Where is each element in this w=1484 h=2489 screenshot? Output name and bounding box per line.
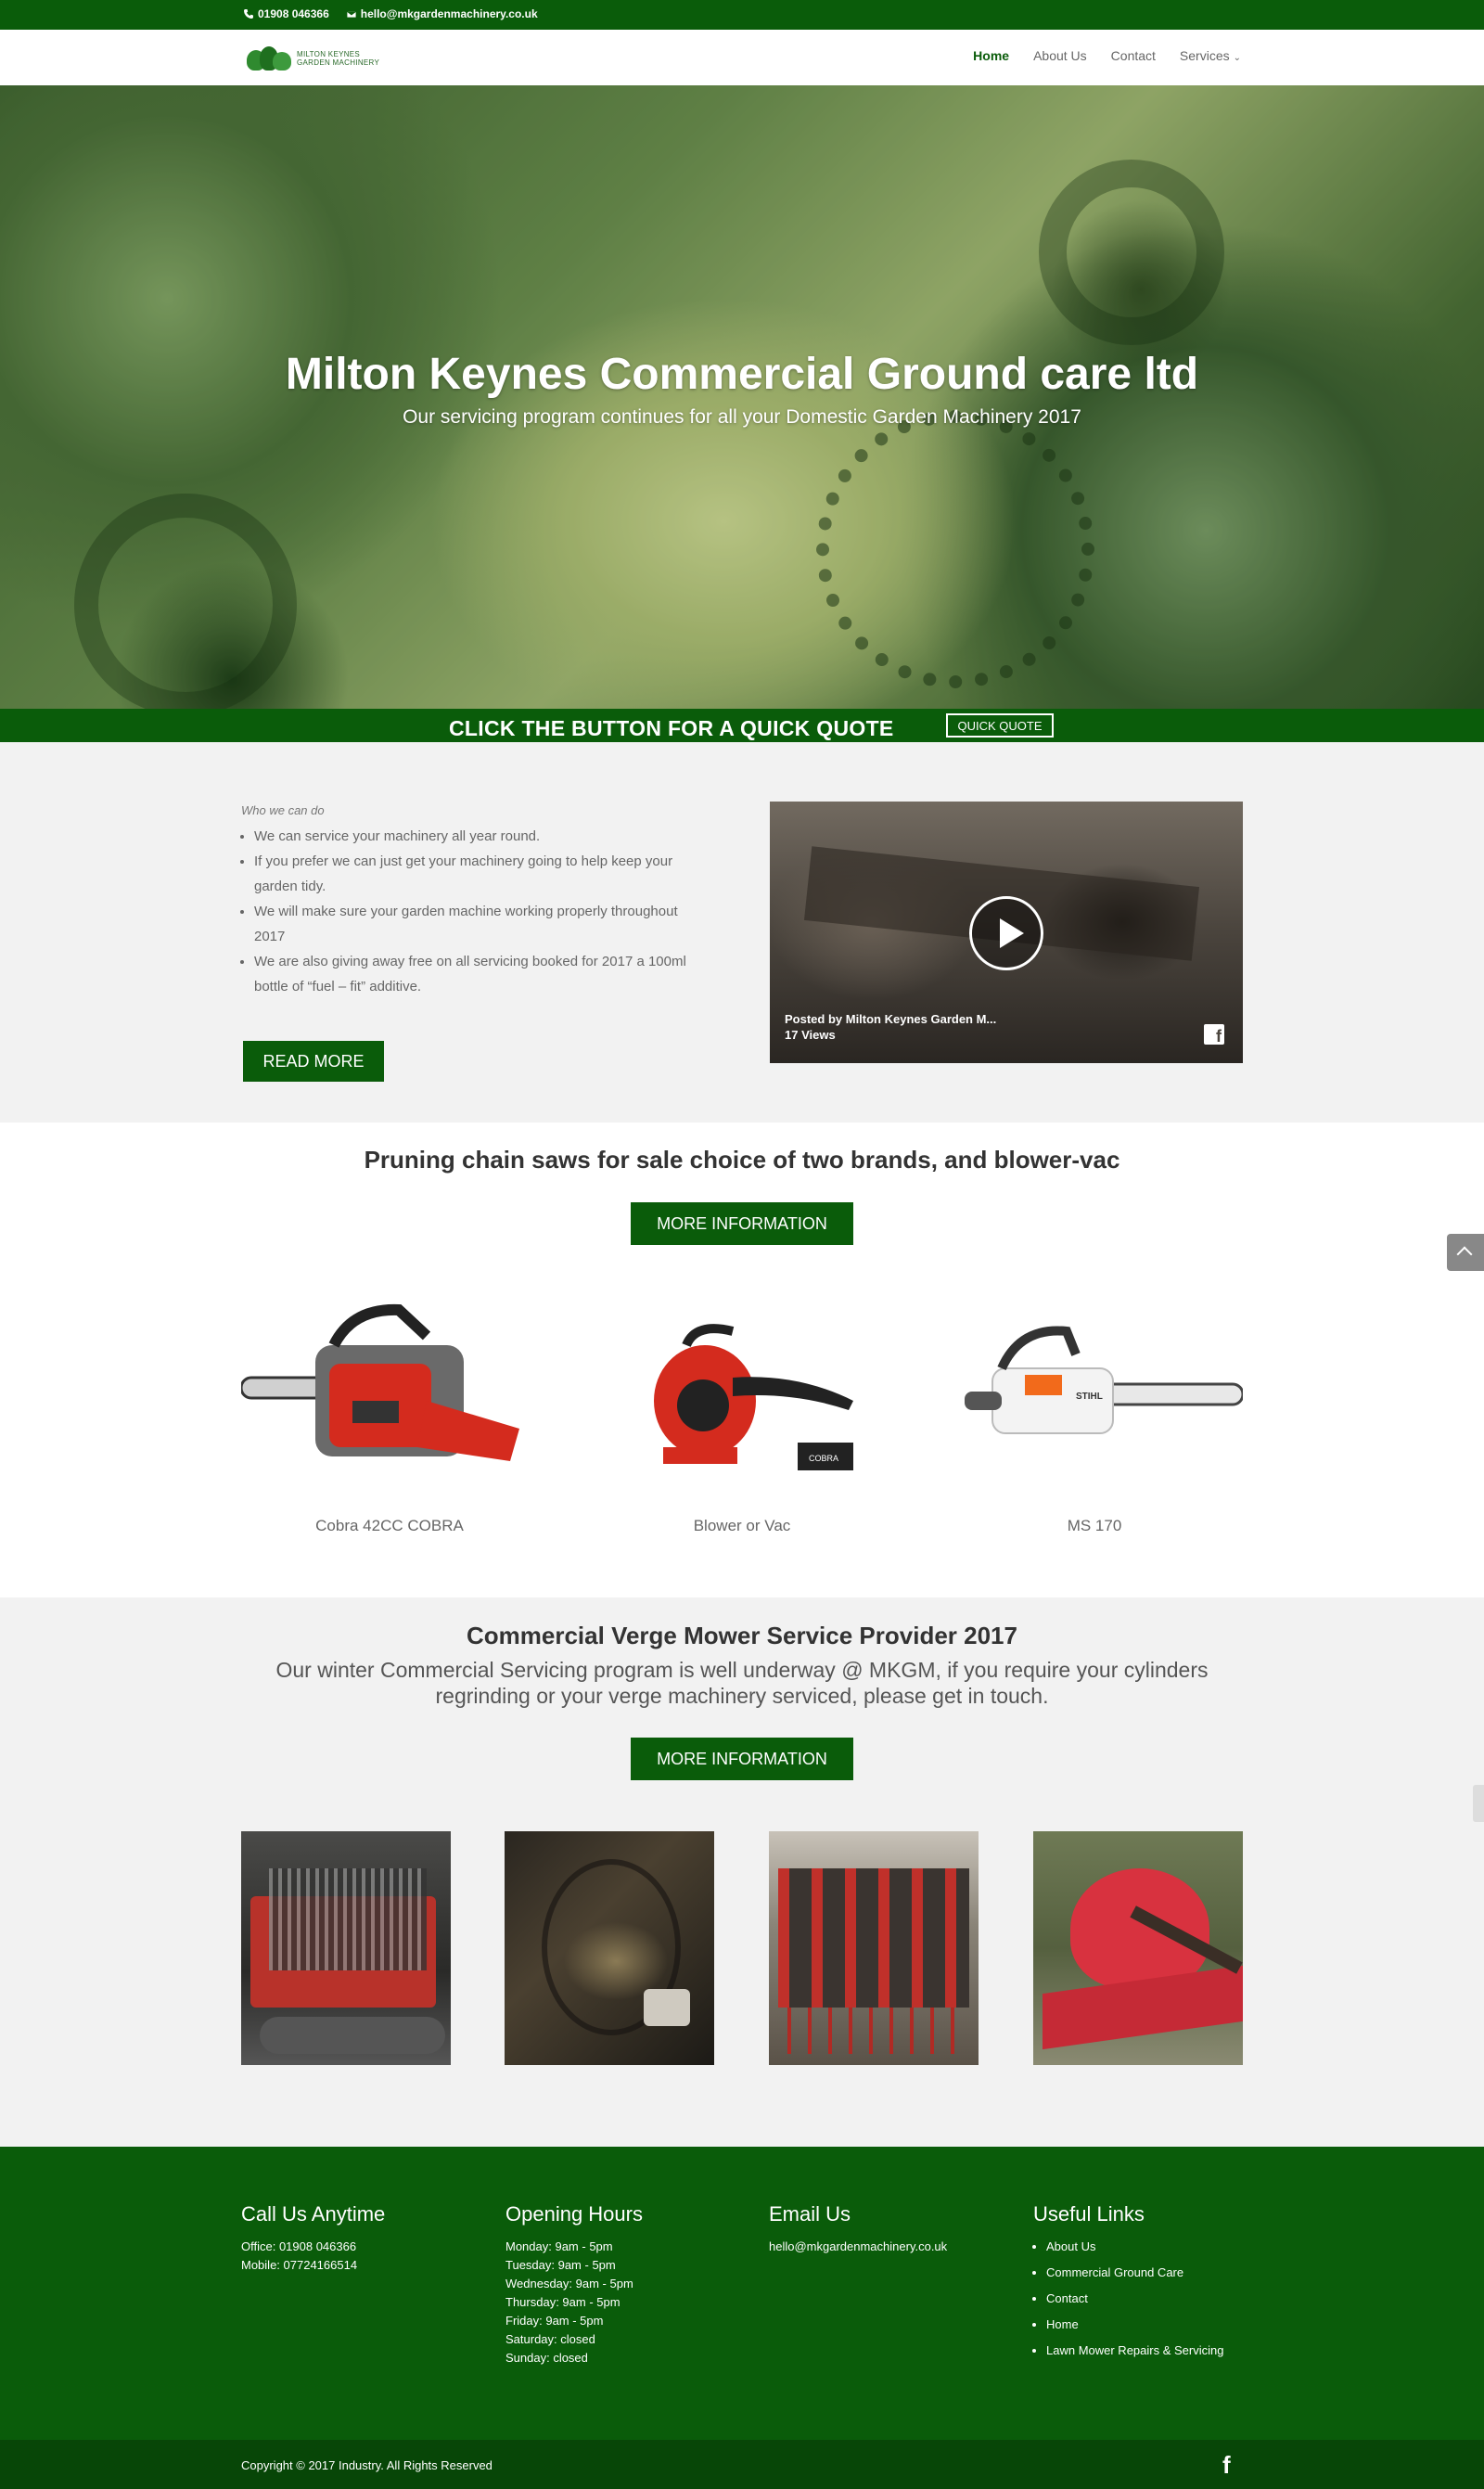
list-item: We can service your machinery all year r… bbox=[254, 824, 699, 849]
play-icon[interactable] bbox=[969, 896, 1043, 970]
trees-logo-icon bbox=[247, 46, 291, 71]
quick-quote-button[interactable]: QUICK QUOTE bbox=[946, 713, 1054, 738]
footer-office-phone[interactable]: Office: 01908 046366 bbox=[241, 2238, 464, 2256]
side-tab-handle[interactable] bbox=[1473, 1785, 1484, 1822]
product-card-blower[interactable]: COBRA Blower or Vac bbox=[594, 1289, 890, 1535]
hours-line: Tuesday: 9am - 5pm bbox=[505, 2258, 616, 2272]
product-card-stihl-ms170[interactable]: STIHL MS 170 bbox=[946, 1289, 1245, 1535]
chevron-down-icon: ⌄ bbox=[1233, 53, 1241, 63]
logo-line-2: GARDEN MACHINERY bbox=[297, 58, 380, 67]
read-more-button[interactable]: READ MORE bbox=[243, 1041, 384, 1082]
nav-home[interactable]: Home bbox=[973, 48, 1009, 63]
footer-link-contact[interactable]: Contact bbox=[1046, 2291, 1088, 2305]
blower-brand-label: COBRA bbox=[809, 1454, 838, 1463]
footer-link-about-us[interactable]: About Us bbox=[1046, 2239, 1095, 2253]
verge-mower-photo[interactable] bbox=[241, 1831, 451, 2065]
product-caption: MS 170 bbox=[1067, 1517, 1122, 1534]
hero-banner: Milton Keynes Commercial Ground care ltd… bbox=[0, 85, 1484, 709]
topbar-phone-text: 01908 046366 bbox=[258, 7, 329, 20]
footer-call-us: Call Us Anytime Office: 01908 046366 Mob… bbox=[241, 2202, 464, 2275]
nav-about-us[interactable]: About Us bbox=[1033, 48, 1087, 63]
leaf-blower-machine-photo[interactable] bbox=[1033, 1831, 1243, 2065]
topbar-phone[interactable]: 01908 046366 bbox=[243, 7, 329, 20]
hero-subtitle: Our servicing program continues for all … bbox=[403, 406, 1081, 428]
site-header: MILTON KEYNES GARDEN MACHINERY Home Abou… bbox=[0, 30, 1484, 85]
stihl-chainsaw-image: STIHL bbox=[965, 1326, 1245, 1434]
footer-email-us: Email Us hello@mkgardenmachinery.co.uk bbox=[769, 2202, 991, 2256]
hours-line: Thursday: 9am - 5pm bbox=[505, 2295, 620, 2309]
footer-hours-title: Opening Hours bbox=[505, 2202, 643, 2226]
facebook-icon[interactable]: f bbox=[1204, 1024, 1224, 1046]
nav-services-label: Services bbox=[1179, 48, 1230, 63]
video-caption: Posted by Milton Keynes Garden M... 17 V… bbox=[785, 1011, 996, 1043]
hours-line: Monday: 9am - 5pm bbox=[505, 2239, 613, 2253]
logo-line-1: MILTON KEYNES bbox=[297, 50, 361, 58]
topbar-email[interactable]: hello@mkgardenmachinery.co.uk bbox=[346, 7, 538, 20]
nav-contact[interactable]: Contact bbox=[1111, 48, 1156, 63]
who-heading: Who we can do bbox=[241, 803, 325, 817]
list-item: We will make sure your garden machine wo… bbox=[254, 899, 699, 949]
blower-image: COBRA bbox=[654, 1324, 853, 1470]
envelope-icon bbox=[346, 10, 357, 19]
copyright-text: Copyright © 2017 Industry. All Rights Re… bbox=[241, 2458, 493, 2472]
footer-bottom-bar: Copyright © 2017 Industry. All Rights Re… bbox=[0, 2440, 1484, 2489]
products-section: Pruning chain saws for sale choice of tw… bbox=[0, 1123, 1484, 1597]
scroll-to-top-button[interactable] bbox=[1447, 1234, 1484, 1271]
quote-bar: CLICK THE BUTTON FOR A QUICK QUOTE QUICK… bbox=[0, 709, 1484, 742]
verge-title: Commercial Verge Mower Service Provider … bbox=[467, 1622, 1017, 1649]
engine-bay-photo[interactable] bbox=[505, 1831, 714, 2065]
footer-links-title: Useful Links bbox=[1033, 2202, 1145, 2226]
hours-line: Wednesday: 9am - 5pm bbox=[505, 2277, 633, 2290]
nav-services[interactable]: Services ⌄ bbox=[1180, 48, 1241, 63]
product-caption: Blower or Vac bbox=[693, 1517, 791, 1534]
site-logo[interactable]: MILTON KEYNES GARDEN MACHINERY bbox=[247, 43, 393, 74]
top-bar: 01908 046366 hello@mkgardenmachinery.co.… bbox=[0, 0, 1484, 30]
product-card-cobra-chainsaw[interactable]: Cobra 42CC COBRA bbox=[239, 1289, 538, 1535]
chainsaw-image bbox=[239, 1303, 519, 1461]
footer-email-link[interactable]: hello@mkgardenmachinery.co.uk bbox=[769, 2238, 991, 2256]
site-footer: Call Us Anytime Office: 01908 046366 Mob… bbox=[0, 2147, 1484, 2440]
footer-opening-hours: Opening Hours Monday: 9am - 5pm Tuesday:… bbox=[505, 2202, 728, 2367]
stihl-brand-label: STIHL bbox=[1076, 1392, 1103, 1402]
topbar-email-text: hello@mkgardenmachinery.co.uk bbox=[360, 7, 538, 20]
list-item: We are also giving away free on all serv… bbox=[254, 949, 699, 999]
hero-title: Milton Keynes Commercial Ground care ltd bbox=[285, 350, 1199, 399]
footer-mobile-phone[interactable]: Mobile: 07724166514 bbox=[241, 2256, 464, 2275]
video-views: 17 Views bbox=[785, 1028, 836, 1042]
quote-bar-text: CLICK THE BUTTON FOR A QUICK QUOTE bbox=[449, 716, 894, 740]
footer-link-home[interactable]: Home bbox=[1046, 2317, 1079, 2331]
footer-link-lawn-mower-repairs[interactable]: Lawn Mower Repairs & Servicing bbox=[1046, 2343, 1223, 2357]
products-title: Pruning chain saws for sale choice of tw… bbox=[364, 1146, 1120, 1174]
hours-line: Friday: 9am - 5pm bbox=[505, 2314, 604, 2328]
verge-more-information-button[interactable]: MORE INFORMATION bbox=[631, 1738, 853, 1780]
more-information-button[interactable]: MORE INFORMATION bbox=[631, 1202, 853, 1245]
phone-icon bbox=[244, 9, 253, 19]
video-posted-by: Posted by Milton Keynes Garden M... bbox=[785, 1012, 997, 1026]
main-nav: Home About Us Contact Services ⌄ bbox=[973, 48, 1241, 63]
footer-email-title: Email Us bbox=[769, 2202, 851, 2226]
list-item: If you prefer we can just get your machi… bbox=[254, 849, 699, 899]
footer-call-title: Call Us Anytime bbox=[241, 2202, 386, 2226]
footer-link-commercial-ground-care[interactable]: Commercial Ground Care bbox=[1046, 2265, 1183, 2279]
facebook-video[interactable]: Posted by Milton Keynes Garden M... 17 V… bbox=[770, 802, 1243, 1063]
footer-useful-links: Useful Links About Us Commercial Ground … bbox=[1033, 2202, 1256, 2367]
hours-line: Saturday: closed bbox=[505, 2332, 595, 2346]
verge-text: Our winter Commercial Servicing program … bbox=[275, 1658, 1209, 1708]
hours-line: Sunday: closed bbox=[505, 2351, 588, 2365]
facebook-icon[interactable]: f bbox=[1222, 2451, 1231, 2480]
services-list: We can service your machinery all year r… bbox=[254, 824, 699, 999]
verge-mower-section: Commercial Verge Mower Service Provider … bbox=[0, 1597, 1484, 2147]
product-caption: Cobra 42CC COBRA bbox=[315, 1517, 464, 1534]
aerator-photo[interactable] bbox=[769, 1831, 979, 2065]
who-we-are-section: Who we can do We can service your machin… bbox=[0, 742, 1484, 1123]
